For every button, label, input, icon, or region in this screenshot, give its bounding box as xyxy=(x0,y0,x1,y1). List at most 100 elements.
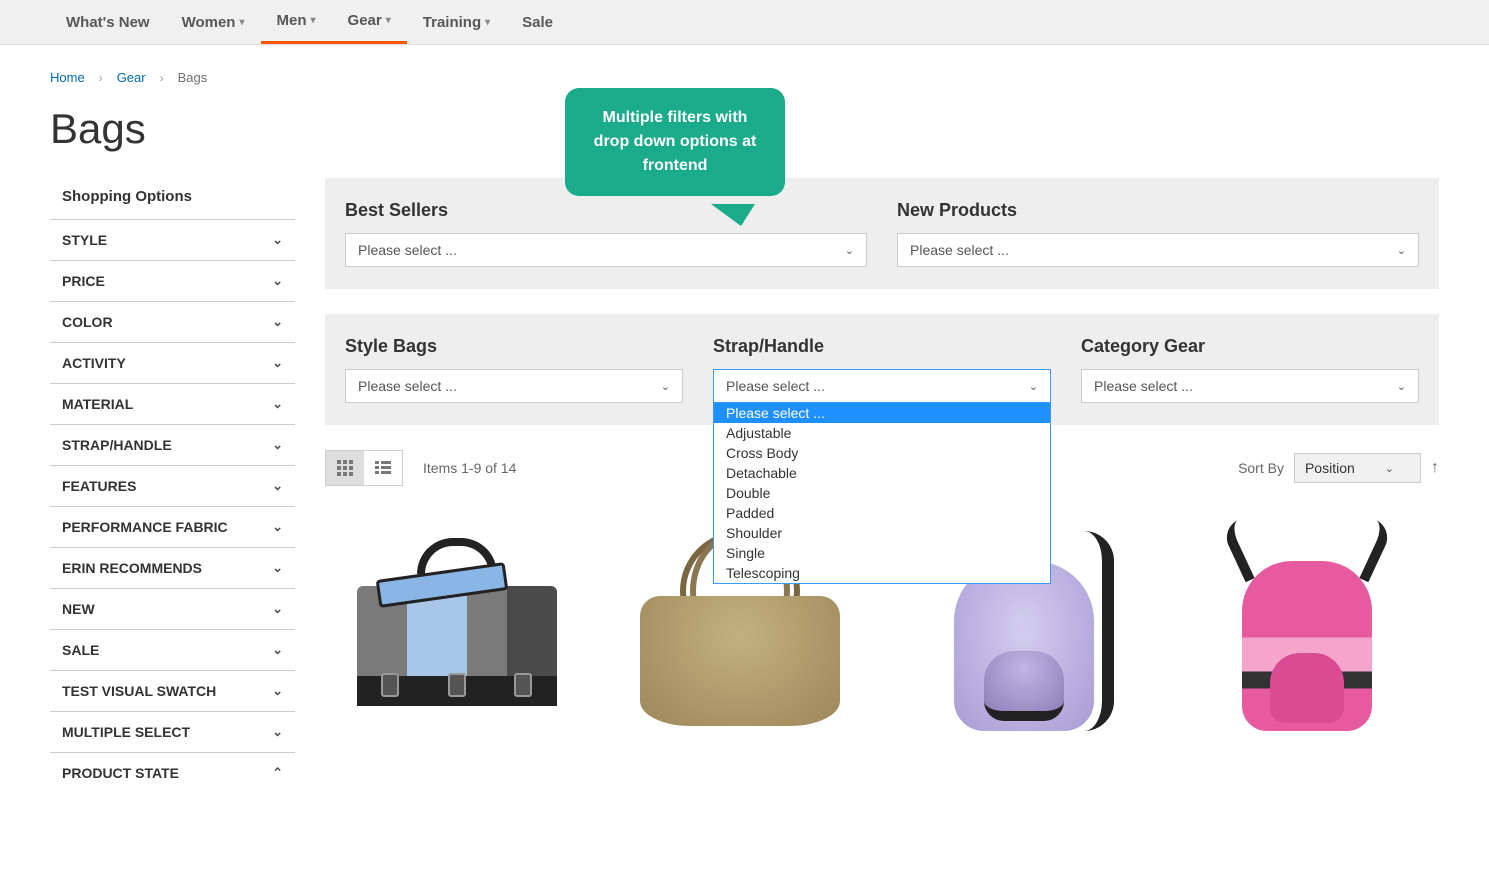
grid-view-button[interactable] xyxy=(326,451,364,485)
filter-label: Style Bags xyxy=(345,336,683,357)
dropdown-option[interactable]: Please select ... xyxy=(714,403,1050,423)
sidebar-filter-sale[interactable]: Sale ⌄ xyxy=(50,629,295,670)
sidebar-filter-price[interactable]: Price⌄ xyxy=(50,260,295,301)
new-products-select[interactable]: Please select ... ⌄ xyxy=(897,233,1419,267)
chevron-down-icon: ▾ xyxy=(311,15,316,26)
chevron-right-icon: › xyxy=(99,71,103,85)
product-item[interactable] xyxy=(325,516,589,746)
filter-label: New xyxy=(62,601,95,617)
sidebar-filter-multiple-select[interactable]: Multiple Select ⌄ xyxy=(50,711,295,752)
product-item[interactable] xyxy=(1176,516,1440,746)
sidebar-filter-performance-fabric[interactable]: Performance Fabric ⌄ xyxy=(50,506,295,547)
sort-direction-button[interactable]: ↑ xyxy=(1431,459,1439,477)
filter-category-gear: Category Gear Please select ... ⌄ xyxy=(1081,336,1419,403)
chevron-down-icon: ⌄ xyxy=(272,437,283,453)
chevron-down-icon: ⌄ xyxy=(272,478,283,494)
filter-group-bottom: Style Bags Please select ... ⌄ Strap/Han… xyxy=(325,314,1439,425)
strap-handle-select[interactable]: Please select ... ⌄ xyxy=(713,369,1051,403)
chevron-down-icon: ⌄ xyxy=(272,519,283,535)
chevron-down-icon: ⌄ xyxy=(272,560,283,576)
nav-women[interactable]: Women ▾ xyxy=(166,0,261,44)
callout-text: Multiple filters with drop down options … xyxy=(594,109,757,174)
dropdown-option[interactable]: Adjustable xyxy=(714,423,1050,443)
select-value: Please select ... xyxy=(726,378,825,394)
nav-label: Gear xyxy=(348,12,382,29)
sidebar-filter-style[interactable]: Style⌄ xyxy=(50,219,295,260)
nav-whats-new[interactable]: What's New xyxy=(50,0,166,44)
sidebar-filter-activity[interactable]: Activity⌄ xyxy=(50,342,295,383)
filter-label: Multiple Select xyxy=(62,724,190,740)
nav-label: Women xyxy=(182,14,236,31)
sidebar-filter-test-visual-swatch[interactable]: Test Visual Swatch⌄ xyxy=(50,670,295,711)
chevron-up-icon: ⌃ xyxy=(272,765,283,781)
product-image xyxy=(1232,531,1382,731)
chevron-down-icon: ⌄ xyxy=(272,232,283,248)
sidebar-filter-product-state[interactable]: Product State⌃ xyxy=(50,752,295,793)
dropdown-option[interactable]: Telescoping xyxy=(714,563,1050,583)
best-sellers-select[interactable]: Please select ... ⌄ xyxy=(345,233,867,267)
select-value: Please select ... xyxy=(1094,378,1193,394)
nav-sale[interactable]: Sale xyxy=(506,0,569,44)
chevron-down-icon: ⌄ xyxy=(845,244,854,257)
dropdown-option[interactable]: Double xyxy=(714,483,1050,503)
product-image xyxy=(357,556,557,706)
filter-label: New Products xyxy=(897,200,1419,221)
nav-men[interactable]: Men ▾ xyxy=(261,0,332,44)
filter-label: Performance Fabric xyxy=(62,519,228,535)
main-content: Multiple filters with drop down options … xyxy=(325,178,1439,793)
sidebar-filter-material[interactable]: Material⌄ xyxy=(50,383,295,424)
chevron-down-icon: ⌄ xyxy=(1397,380,1406,393)
filter-label: Best Sellers xyxy=(345,200,867,221)
filter-best-sellers: Best Sellers Please select ... ⌄ xyxy=(345,200,867,267)
dropdown-option[interactable]: Padded xyxy=(714,503,1050,523)
top-nav: What's New Women ▾ Men ▾ Gear ▾ Training… xyxy=(0,0,1489,45)
annotation-callout: Multiple filters with drop down options … xyxy=(565,88,785,196)
dropdown-option[interactable]: Shoulder xyxy=(714,523,1050,543)
filter-label: Sale xyxy=(62,642,99,658)
breadcrumb-home[interactable]: Home xyxy=(50,70,85,85)
list-view-button[interactable] xyxy=(364,451,402,485)
breadcrumb-gear[interactable]: Gear xyxy=(117,70,146,85)
nav-label: Sale xyxy=(522,14,553,31)
select-value: Please select ... xyxy=(358,378,457,394)
sidebar-filter-color[interactable]: Color ⌄ xyxy=(50,301,295,342)
nav-label: Training xyxy=(423,14,481,31)
nav-label: Men xyxy=(277,12,307,29)
filter-label: Color xyxy=(62,314,113,330)
sidebar-filter-new[interactable]: New⌄ xyxy=(50,588,295,629)
nav-gear[interactable]: Gear ▾ xyxy=(332,0,407,44)
sidebar-filter-erin-recommends[interactable]: Erin Recommends ⌄ xyxy=(50,547,295,588)
chevron-down-icon: ⌄ xyxy=(272,683,283,699)
sidebar: Shopping Options Style⌄Price⌄Color⌄Activ… xyxy=(50,178,295,793)
chevron-down-icon: ⌄ xyxy=(272,355,283,371)
filter-label: Erin Recommends xyxy=(62,560,202,576)
filter-label: Category Gear xyxy=(1081,336,1419,357)
sidebar-filter-strap-handle[interactable]: Strap/Handle⌄ xyxy=(50,424,295,465)
chevron-down-icon: ▾ xyxy=(239,17,244,28)
strap-handle-dropdown: Please select ...AdjustableCross BodyDet… xyxy=(713,403,1051,584)
chevron-down-icon: ⌄ xyxy=(272,724,283,740)
filter-group-top: Best Sellers Please select ... ⌄ New Pro… xyxy=(325,178,1439,289)
select-value: Please select ... xyxy=(910,242,1009,258)
select-value: Please select ... xyxy=(358,242,457,258)
list-icon xyxy=(375,460,391,476)
sort-value: Position xyxy=(1305,460,1355,476)
sidebar-filter-features[interactable]: Features⌄ xyxy=(50,465,295,506)
chevron-down-icon: ⌄ xyxy=(1029,380,1038,393)
nav-label: What's New xyxy=(66,14,150,31)
chevron-down-icon: ⌄ xyxy=(272,642,283,658)
sidebar-heading: Shopping Options xyxy=(50,178,295,219)
filter-label: Strap/Handle xyxy=(713,336,1051,357)
chevron-right-icon: › xyxy=(160,71,164,85)
item-count: Items 1-9 of 14 xyxy=(423,460,516,476)
chevron-down-icon: ⌄ xyxy=(272,273,283,289)
dropdown-option[interactable]: Single xyxy=(714,543,1050,563)
chevron-down-icon: ⌄ xyxy=(272,396,283,412)
dropdown-option[interactable]: Detachable xyxy=(714,463,1050,483)
sort-by-select[interactable]: Position ⌄ xyxy=(1294,453,1421,483)
dropdown-option[interactable]: Cross Body xyxy=(714,443,1050,463)
chevron-down-icon: ⌄ xyxy=(272,314,283,330)
style-bags-select[interactable]: Please select ... ⌄ xyxy=(345,369,683,403)
category-gear-select[interactable]: Please select ... ⌄ xyxy=(1081,369,1419,403)
nav-training[interactable]: Training ▾ xyxy=(407,0,506,44)
